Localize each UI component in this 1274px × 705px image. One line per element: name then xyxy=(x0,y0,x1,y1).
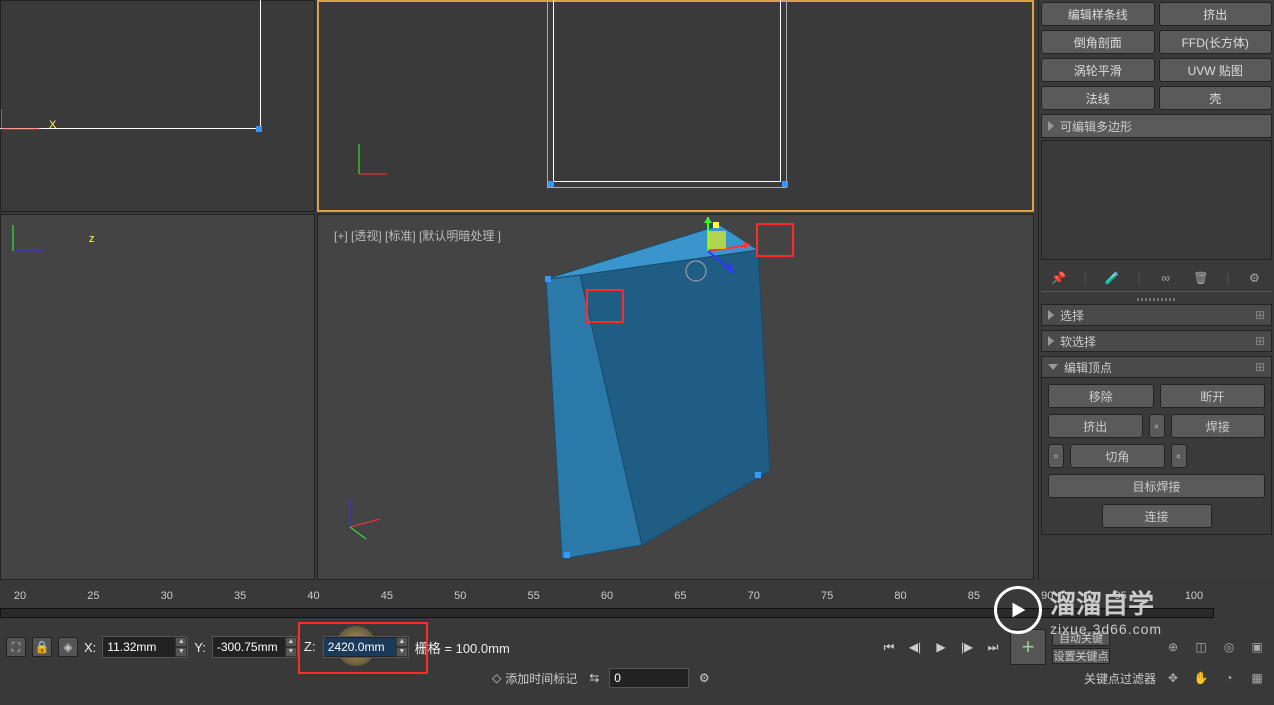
add-time-tag[interactable]: ◇添加时间标记 xyxy=(492,670,577,687)
modifier-shell[interactable]: 壳 xyxy=(1159,86,1273,110)
track-bar[interactable] xyxy=(0,608,1214,618)
nav-icon[interactable]: ◔ xyxy=(1218,667,1240,689)
remove-modifier-icon[interactable]: 🗑 xyxy=(1191,268,1211,288)
rollout-title: 编辑顶点 xyxy=(1064,359,1112,376)
vertex-remove-button[interactable]: 移除 xyxy=(1048,384,1154,408)
y-label: Y: xyxy=(194,640,206,655)
goto-end-icon[interactable]: ⏭ xyxy=(982,636,1004,658)
goto-start-icon[interactable]: ⏮ xyxy=(878,636,900,658)
rollout-expand-icon: ⊞ xyxy=(1255,334,1265,348)
spin-up-icon: ▲ xyxy=(396,637,408,647)
stack-current-label: 可编辑多边形 xyxy=(1060,118,1132,135)
timeline[interactable]: 2025 3035 4045 5055 6065 7075 8085 9095 … xyxy=(0,590,1274,630)
vertex-chamfer-button[interactable]: 切角 xyxy=(1070,444,1165,468)
viewport-top-right[interactable] xyxy=(317,0,1034,212)
vertex-connect-button[interactable]: 连接 xyxy=(1102,504,1212,528)
viewport-perspective[interactable]: [+] [透视] [标准] [默认明暗处理 ] xyxy=(317,214,1034,580)
current-frame-input[interactable] xyxy=(609,668,689,688)
rollout-title: 选择 xyxy=(1060,307,1084,324)
nav-pan-icon[interactable]: ⊕ xyxy=(1162,636,1184,658)
triangle-right-icon xyxy=(1048,121,1054,131)
z-spinner[interactable]: ▲▼ xyxy=(323,636,409,658)
set-key-button[interactable]: + xyxy=(1010,629,1046,665)
rollout-soft-selection[interactable]: 软选择 ⊞ xyxy=(1041,330,1272,352)
y-spinner[interactable]: ▲▼ xyxy=(212,636,298,658)
modifier-turbosmooth[interactable]: 涡轮平滑 xyxy=(1041,58,1155,82)
grid-label: 栅格 = 100.0mm xyxy=(415,638,510,657)
spin-down-icon: ▼ xyxy=(175,647,187,657)
nav-orbit-icon[interactable]: ◎ xyxy=(1218,636,1240,658)
nav-icon[interactable]: ✋ xyxy=(1190,667,1212,689)
box-3d-icon xyxy=(318,215,1033,579)
pin-stack-icon[interactable]: 📌 xyxy=(1049,268,1069,288)
rollout-expand-icon: ⊞ xyxy=(1255,308,1265,322)
rollout-expand-icon: ⊞ xyxy=(1255,360,1265,374)
modifier-edit-spline[interactable]: 编辑样条线 xyxy=(1041,2,1155,26)
modifier-ffd-box[interactable]: FFD(长方体) xyxy=(1159,30,1273,54)
vertex-extrude-settings[interactable]: ▫ xyxy=(1149,414,1165,438)
time-config-icon[interactable]: ⚙ xyxy=(693,667,715,689)
viewport-top-left[interactable]: X xyxy=(0,0,315,212)
timeline-ticks: 2025 3035 4045 5055 6065 7075 8085 9095 … xyxy=(0,590,1214,608)
x-spinner[interactable]: ▲▼ xyxy=(102,636,188,658)
selection-lock-icon[interactable]: ⛶ xyxy=(6,637,26,657)
prev-frame-icon[interactable]: ◀| xyxy=(904,636,926,658)
rollout-title: 软选择 xyxy=(1060,333,1096,350)
key-filter-label[interactable]: 关键点过滤器 xyxy=(1084,670,1156,687)
show-end-result-icon[interactable]: 🧪 xyxy=(1102,268,1122,288)
play-icon[interactable]: ▶ xyxy=(930,636,952,658)
modifier-normal[interactable]: 法线 xyxy=(1041,86,1155,110)
viewport-bottom-left[interactable]: z xyxy=(0,214,315,580)
command-panel: 编辑样条线 挤出 倒角剖面 FFD(长方体) 涡轮平滑 UVW 贴图 法线 壳 … xyxy=(1038,0,1274,580)
make-unique-icon[interactable]: ∞ xyxy=(1156,268,1176,288)
modifier-stack-current[interactable]: 可编辑多边形 xyxy=(1041,114,1272,138)
next-frame-icon[interactable]: |▶ xyxy=(956,636,978,658)
lock-icon[interactable]: 🔒 xyxy=(32,637,52,657)
spin-down-icon: ▼ xyxy=(285,647,297,657)
set-key-mode-button[interactable]: 设置关键点 xyxy=(1052,648,1110,664)
vertex-weld-settings[interactable]: ▫ xyxy=(1048,444,1064,468)
spin-down-icon: ▼ xyxy=(396,647,408,657)
key-mode-toggle-icon[interactable]: ⇆ xyxy=(583,667,605,689)
axis-gizmo-icon xyxy=(1,109,41,149)
z-label: Z: xyxy=(304,639,316,654)
vertex-weld-button[interactable]: 焊接 xyxy=(1171,414,1266,438)
modifier-extrude[interactable]: 挤出 xyxy=(1159,2,1273,26)
vertex-break-button[interactable]: 断开 xyxy=(1160,384,1266,408)
vertex-extrude-button[interactable]: 挤出 xyxy=(1048,414,1143,438)
nav-max-icon[interactable]: ▣ xyxy=(1246,636,1268,658)
axis-gizmo-icon xyxy=(3,225,43,265)
triangle-right-icon xyxy=(1048,336,1054,346)
axis-gizmo-icon xyxy=(336,493,386,543)
nav-zoom-icon[interactable]: ◫ xyxy=(1190,636,1212,658)
spin-up-icon: ▲ xyxy=(175,637,187,647)
spin-up-icon: ▲ xyxy=(285,637,297,647)
triangle-down-icon xyxy=(1048,364,1058,370)
panel-divider[interactable] xyxy=(1039,296,1274,302)
configure-sets-icon[interactable]: ⚙ xyxy=(1244,268,1264,288)
rollout-selection[interactable]: 选择 ⊞ xyxy=(1041,304,1272,326)
selection-mark-icon xyxy=(756,223,794,257)
nav-icon[interactable]: ✥ xyxy=(1162,667,1184,689)
rollout-edit-vertices[interactable]: 编辑顶点 ⊞ xyxy=(1041,356,1272,378)
x-label: X: xyxy=(84,640,96,655)
modifier-uvw-map[interactable]: UVW 贴图 xyxy=(1159,58,1273,82)
vertex-chamfer-settings[interactable]: ▫ xyxy=(1171,444,1187,468)
triangle-right-icon xyxy=(1048,310,1054,320)
absolute-mode-icon[interactable]: ◈ xyxy=(58,637,78,657)
tag-icon: ◇ xyxy=(492,671,501,685)
modifier-bevel-profile[interactable]: 倒角剖面 xyxy=(1041,30,1155,54)
axis-gizmo-icon xyxy=(353,140,393,180)
vertex-target-weld-button[interactable]: 目标焊接 xyxy=(1048,474,1265,498)
selection-mark-icon xyxy=(586,289,624,323)
auto-key-button[interactable]: 自动关键 xyxy=(1052,630,1110,646)
modifier-stack-list[interactable] xyxy=(1041,140,1272,260)
nav-icon[interactable]: ▦ xyxy=(1246,667,1268,689)
